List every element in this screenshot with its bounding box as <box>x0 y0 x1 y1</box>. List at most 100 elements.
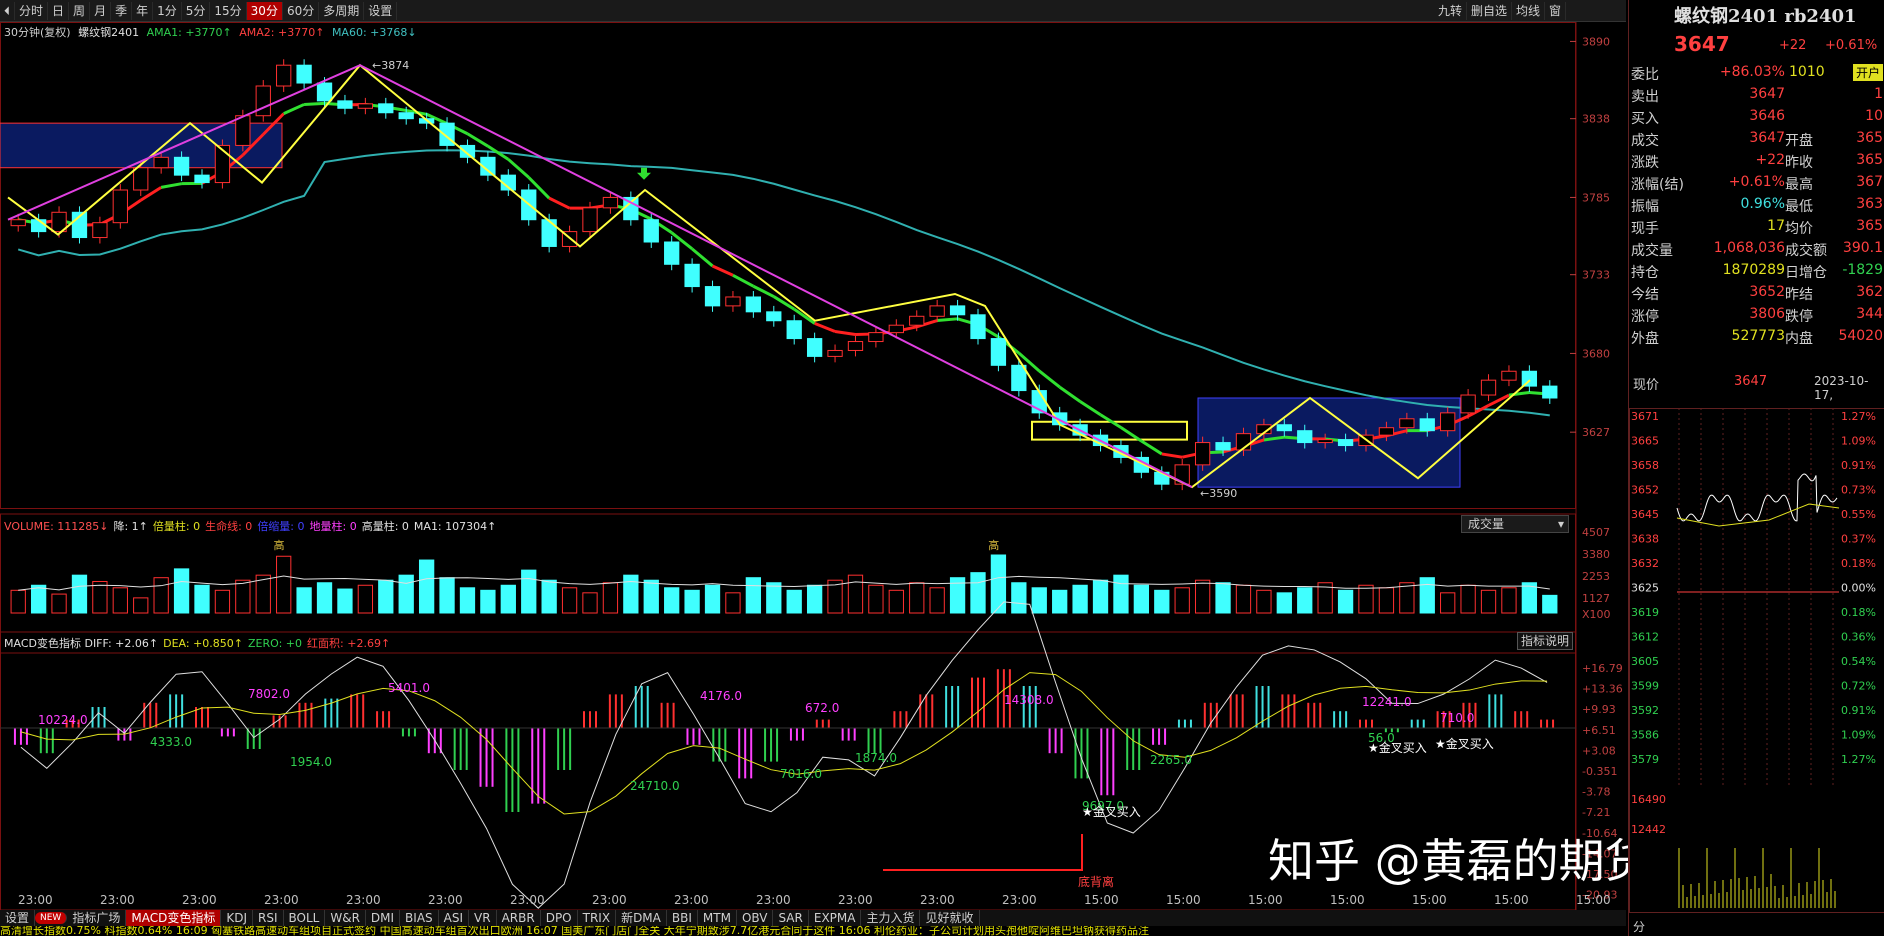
divergence-label: 底背离 <box>1078 874 1114 889</box>
volume-legend-item: 倍缩量: 0 <box>257 520 305 533</box>
indicator-tab-18[interactable]: OBV <box>737 910 774 926</box>
mini-price-label: 现价 <box>1633 378 1660 393</box>
volume-tick-label: 1127 <box>1582 592 1610 605</box>
indicator-tab-1[interactable]: NEW <box>35 912 68 924</box>
mini-right-tick: 0.55% <box>1841 508 1876 521</box>
indicator-tab-9[interactable]: BIAS <box>400 910 439 926</box>
indicator-tab-11[interactable]: VR <box>469 910 497 926</box>
candle-body <box>133 167 149 191</box>
intraday-mini-chart[interactable]: 3671 3665 3658 3652 3645 3638 3632 3625 3619 3612… <box>1629 408 1884 913</box>
time-axis-label: 15:00 <box>1412 893 1447 907</box>
candle-body <box>357 103 374 109</box>
indicator-tab-20[interactable]: EXPMA <box>809 910 862 926</box>
indicator-tab-2[interactable]: 指标广场 <box>67 910 127 926</box>
period-tab-0[interactable]: 分时 <box>15 1 49 20</box>
mini-right-tick: 0.91% <box>1841 459 1876 472</box>
indicator-tab-4[interactable]: KDJ <box>221 910 253 926</box>
macd-area-label: 24710.0 <box>630 779 680 793</box>
period-tab-8[interactable]: 15分 <box>210 1 247 20</box>
period-tab-12[interactable]: 设置 <box>364 1 398 20</box>
indicator-tab-19[interactable]: SAR <box>773 910 809 926</box>
period-tab-10[interactable]: 60分 <box>283 1 320 20</box>
period-tab-4[interactable]: 季 <box>111 1 133 20</box>
quote-row-label: 卖出 <box>1631 89 1659 105</box>
period-tab-5[interactable]: 年 <box>132 1 154 20</box>
candle-body <box>990 338 1007 366</box>
volume-bar <box>153 577 169 614</box>
indicator-tab-22[interactable]: 见好就收 <box>920 910 980 926</box>
period-tab-11[interactable]: 多周期 <box>319 1 365 20</box>
ama-segment <box>711 264 734 277</box>
volume-bar <box>725 592 741 614</box>
back-icon[interactable]: ⏴ <box>0 1 16 20</box>
period-tab-7[interactable]: 5分 <box>182 1 211 20</box>
volume-bar <box>1154 589 1170 614</box>
quote-row-label: 现手 <box>1631 221 1659 237</box>
toolbar-right-1[interactable]: 删自选 <box>1467 2 1513 20</box>
toolbar-right-0[interactable]: 九转 <box>1434 2 1468 20</box>
period-tab-9[interactable]: 30分 <box>246 1 283 20</box>
period-tab-1[interactable]: 日 <box>48 1 70 20</box>
quote-row-label: 成交 <box>1631 133 1659 149</box>
volume-bar <box>909 582 925 614</box>
quote-row-value3: 54020 <box>1838 328 1883 344</box>
volume-bar <box>1011 582 1027 614</box>
period-tab-2[interactable]: 周 <box>69 1 91 20</box>
indicator-tab-17[interactable]: MTM <box>698 910 737 926</box>
indicator-selector[interactable]: 成交量 ▾ <box>1461 515 1569 533</box>
volume-bar <box>459 587 476 614</box>
golden-cross-signal: ★金叉买入 <box>1082 804 1141 819</box>
volume-bar <box>296 587 312 614</box>
indicator-tab-14[interactable]: TRIX <box>578 910 617 926</box>
time-axis-label: 15:00 <box>1494 893 1529 907</box>
quote-row-value3: 365 <box>1856 218 1883 234</box>
quote-row-value3: 362 <box>1856 284 1883 300</box>
indicator-tab-0[interactable]: 设置 <box>0 910 36 926</box>
volume-bar <box>561 587 578 614</box>
volume-bar <box>1440 592 1456 614</box>
macd-area-label: 4333.0 <box>150 735 192 749</box>
quote-row: 成交量 1,068,036 成交额 390.1 <box>1629 238 1884 260</box>
mini-price: 3647 <box>1734 374 1768 389</box>
golden-cross-signal: ★金叉买入 <box>1368 740 1427 755</box>
volume-bar <box>582 592 598 614</box>
candle-body <box>235 115 251 146</box>
candle-body <box>194 174 210 184</box>
mini-left-tick: 3592 <box>1631 704 1659 717</box>
mini-left-tick: 3645 <box>1631 508 1659 521</box>
quote-row-value3: 1 <box>1874 86 1883 102</box>
indicator-tab-15[interactable]: 新DMA <box>616 910 667 926</box>
candle-body <box>378 103 394 114</box>
ama-segment <box>834 329 856 336</box>
mini-right-tick: 0.36% <box>1841 631 1876 644</box>
indicator-tab-16[interactable]: BBI <box>667 910 698 926</box>
indicator-tab-12[interactable]: ARBR <box>497 910 541 926</box>
news-ticker[interactable]: 高清增长指数0.75% 科指数0.64% 16:09 匈塞铁路高速动车组项目正式… <box>0 926 1884 936</box>
indicator-tab-10[interactable]: ASI <box>439 910 470 926</box>
period-tab-6[interactable]: 1分 <box>153 1 182 20</box>
toolbar-right-3[interactable]: 窗 <box>1545 2 1567 20</box>
indicator-tab-5[interactable]: RSI <box>253 910 284 926</box>
toolbar-right-2[interactable]: 均线 <box>1512 2 1546 20</box>
quote-row-label: 成交量 <box>1631 243 1673 259</box>
mini-left-tick: 3671 <box>1631 410 1659 423</box>
indicator-tab-7[interactable]: W&R <box>325 910 366 926</box>
candle-body <box>30 219 47 233</box>
indicator-tab-8[interactable]: DMI <box>366 910 401 926</box>
indicator-tab-13[interactable]: DPO <box>541 910 578 926</box>
quote-row-label: 今结 <box>1631 287 1659 303</box>
volume-marker: 高 <box>988 538 999 552</box>
period-tab-3[interactable]: 月 <box>90 1 112 20</box>
mini-date: 2023-10-17, <box>1814 374 1869 402</box>
candle-body <box>643 219 659 243</box>
macd-tick-label: +3.08 <box>1582 744 1616 757</box>
candle-body <box>725 296 741 307</box>
indicator-tab-21[interactable]: 主力入货 <box>861 910 921 926</box>
indicator-tab-6[interactable]: BOLL <box>284 910 326 926</box>
chart-canvas[interactable]: 3890 3838 3785 3733 3680 3627 ←3874 ←3590 4507 33… <box>0 22 1626 910</box>
volume-legend-item: 生命线: 0 <box>205 520 253 533</box>
indicator-help-button[interactable]: 指标说明 <box>1517 632 1573 650</box>
indicator-tab-3[interactable]: MACD变色指标 <box>126 910 222 926</box>
quote-row-label: 委比 <box>1631 67 1659 83</box>
volume-bar <box>1235 584 1252 614</box>
